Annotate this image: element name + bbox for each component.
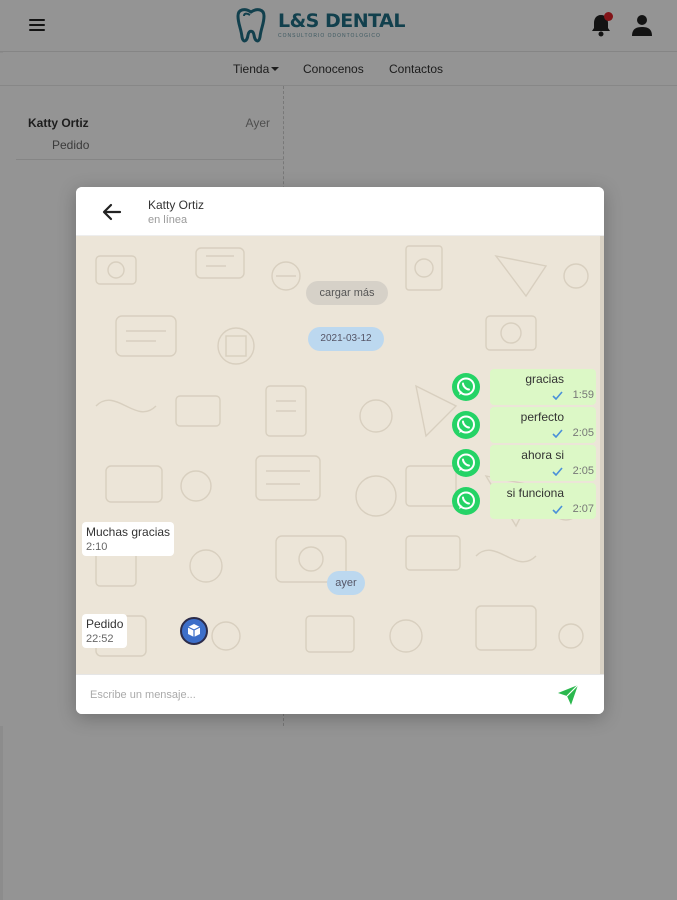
incoming-message: Muchas gracias 2:10 <box>82 522 175 556</box>
whatsapp-icon <box>452 449 480 477</box>
outgoing-meta: 1:59 <box>552 389 594 401</box>
outgoing-time: 1:59 <box>572 389 594 401</box>
outgoing-time: 2:07 <box>572 503 594 515</box>
outgoing-text: perfecto <box>520 410 564 424</box>
outgoing-message: ahora si 2:05 <box>452 445 598 481</box>
chat-modal: Katty Ortiz en línea cargar más 2021-03-… <box>76 187 604 714</box>
load-more-button[interactable]: cargar más <box>306 281 388 305</box>
incoming-time: 22:52 <box>86 633 114 645</box>
outgoing-text: si funciona <box>506 486 564 500</box>
outgoing-time: 2:05 <box>572 427 594 439</box>
outgoing-message: perfecto 2:05 <box>452 407 598 443</box>
incoming-text: Muchas gracias <box>86 525 171 539</box>
outgoing-message: gracias 1:59 <box>452 369 598 405</box>
outgoing-bubble: si funciona 2:07 <box>490 483 596 519</box>
check-icon <box>552 391 563 400</box>
chat-messages[interactable]: cargar más 2021-03-12 gracias 1:59 perfe… <box>76 236 604 674</box>
whatsapp-icon <box>452 373 480 401</box>
outgoing-bubble: perfecto 2:05 <box>490 407 596 443</box>
check-icon <box>552 429 563 438</box>
outgoing-meta: 2:05 <box>552 465 594 477</box>
day-separator: ayer <box>327 571 365 595</box>
check-icon <box>552 505 563 514</box>
outgoing-meta: 2:05 <box>552 427 594 439</box>
package-icon <box>187 624 201 637</box>
incoming-text: Pedido <box>86 617 124 631</box>
arrow-left-icon <box>102 203 122 221</box>
outgoing-bubble: gracias 1:59 <box>490 369 596 405</box>
chat-scrollbar[interactable] <box>600 236 604 674</box>
chat-header: Katty Ortiz en línea <box>76 187 604 236</box>
outgoing-bubble: ahora si 2:05 <box>490 445 596 481</box>
order-button[interactable] <box>180 617 208 645</box>
whatsapp-icon <box>452 411 480 439</box>
message-input[interactable] <box>90 681 530 709</box>
outgoing-message: si funciona 2:07 <box>452 483 598 519</box>
message-composer <box>76 674 604 714</box>
send-button[interactable] <box>556 684 580 706</box>
back-button[interactable] <box>100 200 124 224</box>
outgoing-time: 2:05 <box>572 465 594 477</box>
chat-contact-name: Katty Ortiz <box>148 198 205 212</box>
outgoing-meta: 2:07 <box>552 503 594 515</box>
incoming-message: Pedido 22:52 <box>82 614 128 648</box>
send-icon <box>558 684 579 705</box>
whatsapp-icon <box>452 487 480 515</box>
outgoing-text: ahora si <box>521 448 564 462</box>
date-separator: 2021-03-12 <box>308 327 384 351</box>
incoming-time: 2:10 <box>86 541 108 553</box>
outgoing-text: gracias <box>525 372 564 386</box>
check-icon <box>552 467 563 476</box>
chat-contact-status: en línea <box>148 214 188 226</box>
